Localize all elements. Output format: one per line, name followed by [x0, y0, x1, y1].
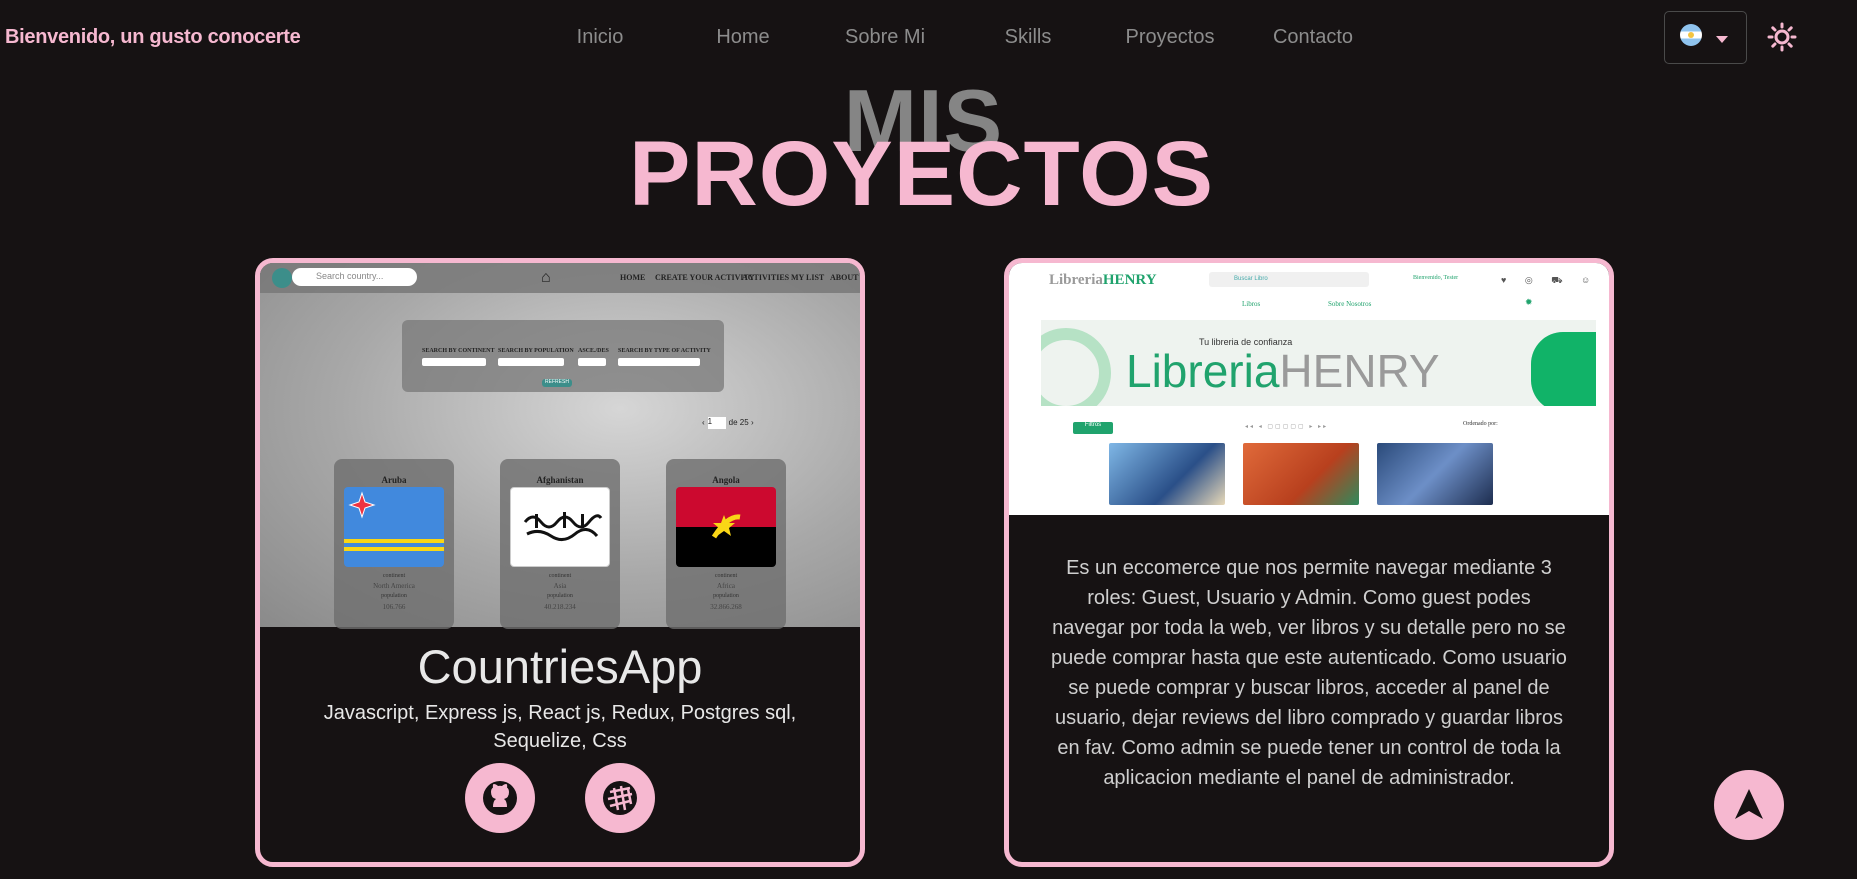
- sun-icon: [1767, 22, 1797, 52]
- country-continent: Africa: [717, 582, 735, 590]
- logo-part: Libreria: [1049, 272, 1103, 288]
- country-continent: North America: [373, 582, 415, 590]
- screenshot-search: Buscar Libro: [1209, 272, 1369, 287]
- refresh-button: REFRESH: [542, 379, 572, 387]
- screenshot-filters: SEARCH BY CONTINENT SEARCH BY POPULATION…: [402, 320, 724, 392]
- country-population: 32.866.268: [710, 603, 742, 611]
- filter-label: ASCE./DES: [578, 348, 609, 354]
- nav-link-home[interactable]: Home: [716, 26, 769, 49]
- caret-down-icon: [1716, 36, 1728, 43]
- project-card-libreria: LibreriaHENRY Buscar Libro Bienvenido, T…: [1004, 258, 1614, 867]
- screenshot-menu-item: Sobre Nosotros: [1328, 300, 1372, 308]
- project-tech-stack: Javascript, Express js, React js, Redux,…: [323, 702, 797, 752]
- country-name: Aruba: [381, 475, 407, 485]
- country-population-label: population: [381, 593, 407, 599]
- decorative-blob: [1531, 332, 1596, 406]
- main-nav: Inicio Home Sobre Mi Skills Proyectos Co…: [0, 26, 1857, 52]
- filter-label: SEARCH BY POPULATION: [498, 348, 574, 354]
- angola-flag-image: [676, 487, 776, 567]
- book-cover: [1377, 443, 1493, 505]
- country-card: Afghanistan continent Asia population 40…: [500, 459, 620, 629]
- language-selector[interactable]: [1664, 11, 1747, 64]
- website-icon: [603, 781, 637, 815]
- nav-link-skills[interactable]: Skills: [1005, 26, 1052, 49]
- decorative-ring: [1041, 328, 1111, 406]
- screenshot-nav-link: ABOUT: [830, 273, 859, 282]
- search-icon: [272, 268, 292, 288]
- github-icon: [483, 781, 517, 815]
- country-name: Angola: [712, 475, 740, 485]
- filter-label: SEARCH BY TYPE OF ACTIVITY: [618, 348, 711, 354]
- page-input-value: 1: [707, 417, 713, 426]
- aruba-flag-image: [344, 487, 444, 567]
- banner-logo: LibreriaHENRY: [1126, 344, 1440, 398]
- filter-select: [618, 358, 700, 366]
- sun-icon: ✹: [1525, 297, 1533, 307]
- theme-toggle-button[interactable]: [1767, 22, 1797, 52]
- project-card-countries: Search country... ⌂ HOME CREATE YOUR ACT…: [255, 258, 865, 867]
- filter-label: SEARCH BY CONTINENT: [422, 348, 495, 354]
- screenshot-welcome: Bienvenido, Tester: [1413, 275, 1459, 281]
- book-cover: [1243, 443, 1359, 505]
- country-card: Angola continent Africa population 32.86…: [666, 459, 786, 629]
- nav-link-contacto[interactable]: Contacto: [1273, 26, 1353, 49]
- screenshot-icons: ♥ ◎ ⛟ ☺: [1501, 275, 1599, 285]
- filter-select: [498, 358, 564, 366]
- afghanistan-flag-image: [510, 487, 610, 567]
- country-population-label: population: [547, 593, 573, 599]
- order-by-label: Ordenado por:: [1463, 421, 1498, 427]
- github-link-button[interactable]: [465, 763, 535, 833]
- country-continent-label: continent: [714, 573, 738, 579]
- home-icon: ⌂: [541, 269, 551, 286]
- nav-link-sobre-mi[interactable]: Sobre Mi: [845, 26, 925, 49]
- screenshot-banner: Tu libreria de confianza LibreriaHENRY: [1041, 320, 1596, 406]
- screenshot-nav-link: MY LIST: [791, 273, 825, 282]
- country-population: 106.766: [382, 603, 406, 611]
- project-screenshot: LibreriaHENRY Buscar Libro Bienvenido, T…: [1009, 263, 1609, 515]
- country-card: Aruba continent North America population…: [334, 459, 454, 629]
- website-link-button[interactable]: [585, 763, 655, 833]
- country-continent-label: continent: [382, 573, 406, 579]
- project-title: CountriesApp: [417, 640, 703, 693]
- scroll-to-top-button[interactable]: [1714, 770, 1784, 840]
- banner-logo-part: HENRY: [1279, 345, 1440, 397]
- screenshot-menu-item: Libros: [1242, 300, 1261, 308]
- chevron-left-icon: ‹: [702, 418, 705, 428]
- filter-select: [578, 358, 606, 366]
- logo-part: HENRY: [1102, 272, 1157, 288]
- screenshot-pager: ‹ 1 de 25 ›: [702, 417, 754, 429]
- arrow-up-icon: [1735, 789, 1763, 819]
- project-description: Es un eccomerce que nos permite navegar …: [1051, 557, 1567, 789]
- project-screenshot: Search country... ⌂ HOME CREATE YOUR ACT…: [260, 263, 860, 629]
- country-population-label: population: [713, 593, 739, 599]
- nav-link-proyectos[interactable]: Proyectos: [1126, 26, 1215, 49]
- filter-button: Filtros: [1073, 422, 1113, 434]
- section-title: PROYECTOS: [629, 123, 1214, 225]
- page-input: 1: [707, 417, 726, 429]
- screenshot-nav-link: HOME: [620, 273, 646, 282]
- screenshot-nav-link: ACTIVITIES: [742, 273, 790, 282]
- pager: ◂◂ ◂ ▢▢▢▢▢ ▸ ▸▸: [1245, 424, 1329, 430]
- country-name: Afghanistan: [536, 475, 584, 485]
- filter-select: [422, 358, 486, 366]
- country-continent: Asia: [553, 582, 567, 590]
- page-total: de 25: [728, 418, 749, 428]
- book-cover: [1109, 443, 1225, 505]
- argentina-flag-icon: [1680, 24, 1702, 46]
- screenshot-nav-link: CREATE YOUR ACTIVITY: [655, 273, 755, 282]
- country-population: 40.218.234: [544, 603, 576, 611]
- country-continent-label: continent: [548, 573, 572, 579]
- screenshot-navbar: Search country... ⌂ HOME CREATE YOUR ACT…: [260, 263, 860, 293]
- screenshot-search: Search country...: [292, 268, 417, 286]
- chevron-right-icon: ›: [750, 418, 754, 428]
- nav-link-inicio[interactable]: Inicio: [577, 26, 624, 49]
- banner-logo-part: Libreria: [1126, 345, 1280, 397]
- libreria-logo: LibreriaHENRY: [1049, 272, 1157, 289]
